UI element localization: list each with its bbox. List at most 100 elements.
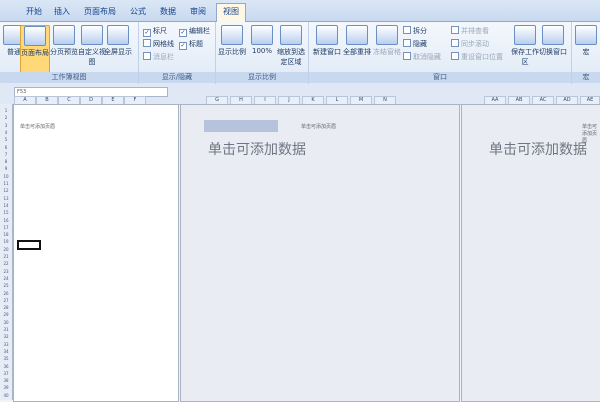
macro-icon bbox=[575, 25, 597, 45]
row-number[interactable]: 16 bbox=[0, 218, 12, 223]
macros-button[interactable]: 宏 bbox=[572, 25, 600, 71]
row-number[interactable]: 20 bbox=[0, 247, 12, 252]
page-1[interactable]: 单击可添加页眉 bbox=[13, 104, 179, 402]
row-number[interactable]: 11 bbox=[0, 181, 12, 186]
row-number[interactable]: 5 bbox=[0, 137, 12, 142]
row-number[interactable]: 22 bbox=[0, 261, 12, 266]
row-number[interactable]: 7 bbox=[0, 152, 12, 157]
row-number[interactable]: 30 bbox=[0, 320, 12, 325]
message-bar-checkbox[interactable]: 消息栏 bbox=[143, 52, 174, 62]
zoom-selection-icon bbox=[280, 25, 302, 45]
arrange-all-icon bbox=[346, 25, 368, 45]
tab-view[interactable]: 视图 bbox=[216, 3, 246, 22]
hide-icon bbox=[403, 39, 411, 47]
zoom-100-button[interactable]: 100% bbox=[248, 25, 276, 71]
side-by-side-icon bbox=[451, 26, 459, 34]
row-number[interactable]: 25 bbox=[0, 283, 12, 288]
page-header-placeholder[interactable]: 单击可添加页眉 bbox=[20, 123, 55, 130]
tab-data[interactable]: 数据 bbox=[156, 4, 180, 21]
row-number[interactable]: 9 bbox=[0, 166, 12, 171]
row-number[interactable]: 28 bbox=[0, 305, 12, 310]
row-number[interactable]: 13 bbox=[0, 196, 12, 201]
custom-views-icon bbox=[81, 25, 103, 45]
unhide-button[interactable]: 取消隐藏 bbox=[403, 52, 441, 62]
row-number[interactable]: 18 bbox=[0, 232, 12, 237]
custom-views-button[interactable]: 自定义视图 bbox=[78, 25, 106, 71]
row-number[interactable]: 23 bbox=[0, 269, 12, 274]
header-selection-highlight bbox=[204, 120, 278, 132]
row-number[interactable]: 6 bbox=[0, 145, 12, 150]
row-number[interactable]: 27 bbox=[0, 298, 12, 303]
page-layout-view-button[interactable]: 页面布局 bbox=[20, 25, 50, 73]
group-label-show-hide: 显示/隐藏 bbox=[139, 72, 215, 83]
row-number[interactable]: 19 bbox=[0, 239, 12, 244]
new-window-button[interactable]: 新建窗口 bbox=[313, 25, 341, 71]
page-2[interactable]: 单击可添加页眉 单击可添加数据 bbox=[180, 104, 460, 402]
row-number[interactable]: 2 bbox=[0, 115, 12, 120]
gridlines-checkbox[interactable]: 网格线 bbox=[143, 39, 174, 49]
row-number[interactable]: 36 bbox=[0, 364, 12, 369]
group-label-window: 窗口 bbox=[309, 72, 571, 83]
page-3[interactable]: 单击可添加页眉 单击可添加数据 bbox=[461, 104, 600, 402]
tab-insert[interactable]: 插入 bbox=[50, 4, 74, 21]
row-number[interactable]: 8 bbox=[0, 159, 12, 164]
switch-window-icon bbox=[542, 25, 564, 45]
row-number[interactable]: 3 bbox=[0, 123, 12, 128]
row-header-strip: 1 2 3 4 5 6 7 8 9 10 11 12 13 14 15 16 17 18 19 20 21 22 23 24 2… bbox=[0, 104, 13, 400]
tab-home[interactable]: 开始 bbox=[22, 4, 46, 21]
page-break-icon bbox=[53, 25, 75, 45]
group-label-macro: 宏 bbox=[572, 72, 600, 83]
row-number[interactable]: 15 bbox=[0, 210, 12, 215]
save-workspace-icon bbox=[514, 25, 536, 45]
row-number[interactable]: 31 bbox=[0, 327, 12, 332]
row-number[interactable]: 26 bbox=[0, 291, 12, 296]
row-number[interactable]: 4 bbox=[0, 130, 12, 135]
group-label-workbook-views: 工作簿视图 bbox=[0, 72, 138, 83]
sync-scroll-button[interactable]: 同步滚动 bbox=[451, 39, 489, 49]
row-number[interactable]: 1 bbox=[0, 108, 12, 113]
split-icon bbox=[403, 26, 411, 34]
headings-checkbox[interactable]: ✓ 标题 bbox=[179, 39, 203, 50]
view-side-by-side-button[interactable]: 并排查看 bbox=[451, 26, 489, 36]
row-number[interactable]: 40 bbox=[0, 393, 12, 398]
row-number[interactable]: 34 bbox=[0, 349, 12, 354]
reset-window-button[interactable]: 重设窗口位置 bbox=[451, 52, 503, 62]
page-break-preview-button[interactable]: 分页预览 bbox=[50, 25, 78, 71]
row-number[interactable]: 21 bbox=[0, 254, 12, 259]
split-button[interactable]: 拆分 bbox=[403, 26, 427, 36]
hide-button[interactable]: 隐藏 bbox=[403, 39, 427, 49]
sync-scroll-icon bbox=[451, 39, 459, 47]
freeze-panes-button[interactable]: 冻结窗格 bbox=[373, 25, 401, 71]
row-number[interactable]: 29 bbox=[0, 312, 12, 317]
row-number[interactable]: 17 bbox=[0, 225, 12, 230]
tab-page-layout[interactable]: 页面布局 bbox=[80, 4, 120, 21]
row-number[interactable]: 10 bbox=[0, 174, 12, 179]
row-number[interactable]: 14 bbox=[0, 203, 12, 208]
switch-window-button[interactable]: 切换窗口 bbox=[539, 25, 567, 71]
ruler-checkbox[interactable]: ✓ 标尺 bbox=[143, 26, 167, 37]
zoom-to-selection-button[interactable]: 缩放到选定区域 bbox=[276, 25, 306, 71]
save-workspace-button[interactable]: 保存工作区 bbox=[511, 25, 539, 71]
arrange-all-button[interactable]: 全部重排 bbox=[343, 25, 371, 71]
row-number[interactable]: 39 bbox=[0, 385, 12, 390]
active-cell[interactable] bbox=[17, 240, 41, 250]
row-number[interactable]: 24 bbox=[0, 276, 12, 281]
zoom-button[interactable]: 显示比例 bbox=[218, 25, 246, 71]
unhide-icon bbox=[403, 52, 411, 60]
row-number[interactable]: 37 bbox=[0, 371, 12, 376]
add-data-placeholder[interactable]: 单击可添加数据 bbox=[208, 139, 306, 159]
group-show-hide: ✓ 标尺 ✓ 编辑栏 网格线 ✓ 标题 消息栏 显示/隐藏 bbox=[139, 22, 216, 84]
row-number[interactable]: 33 bbox=[0, 342, 12, 347]
formula-bar-checkbox[interactable]: ✓ 编辑栏 bbox=[179, 26, 210, 37]
add-data-placeholder[interactable]: 单击可添加数据 bbox=[489, 139, 587, 159]
row-number[interactable]: 32 bbox=[0, 334, 12, 339]
full-screen-icon bbox=[107, 25, 129, 45]
row-number[interactable]: 38 bbox=[0, 378, 12, 383]
row-number[interactable]: 35 bbox=[0, 356, 12, 361]
page-header-placeholder[interactable]: 单击可添加页眉 bbox=[301, 123, 336, 130]
group-workbook-views: 普通 页面布局 分页预览 自定义视图 全屏显示 工作簿视图 bbox=[0, 22, 139, 84]
row-number[interactable]: 12 bbox=[0, 188, 12, 193]
full-screen-button[interactable]: 全屏显示 bbox=[104, 25, 132, 71]
tab-formulas[interactable]: 公式 bbox=[126, 4, 150, 21]
tab-review[interactable]: 审阅 bbox=[186, 4, 210, 21]
